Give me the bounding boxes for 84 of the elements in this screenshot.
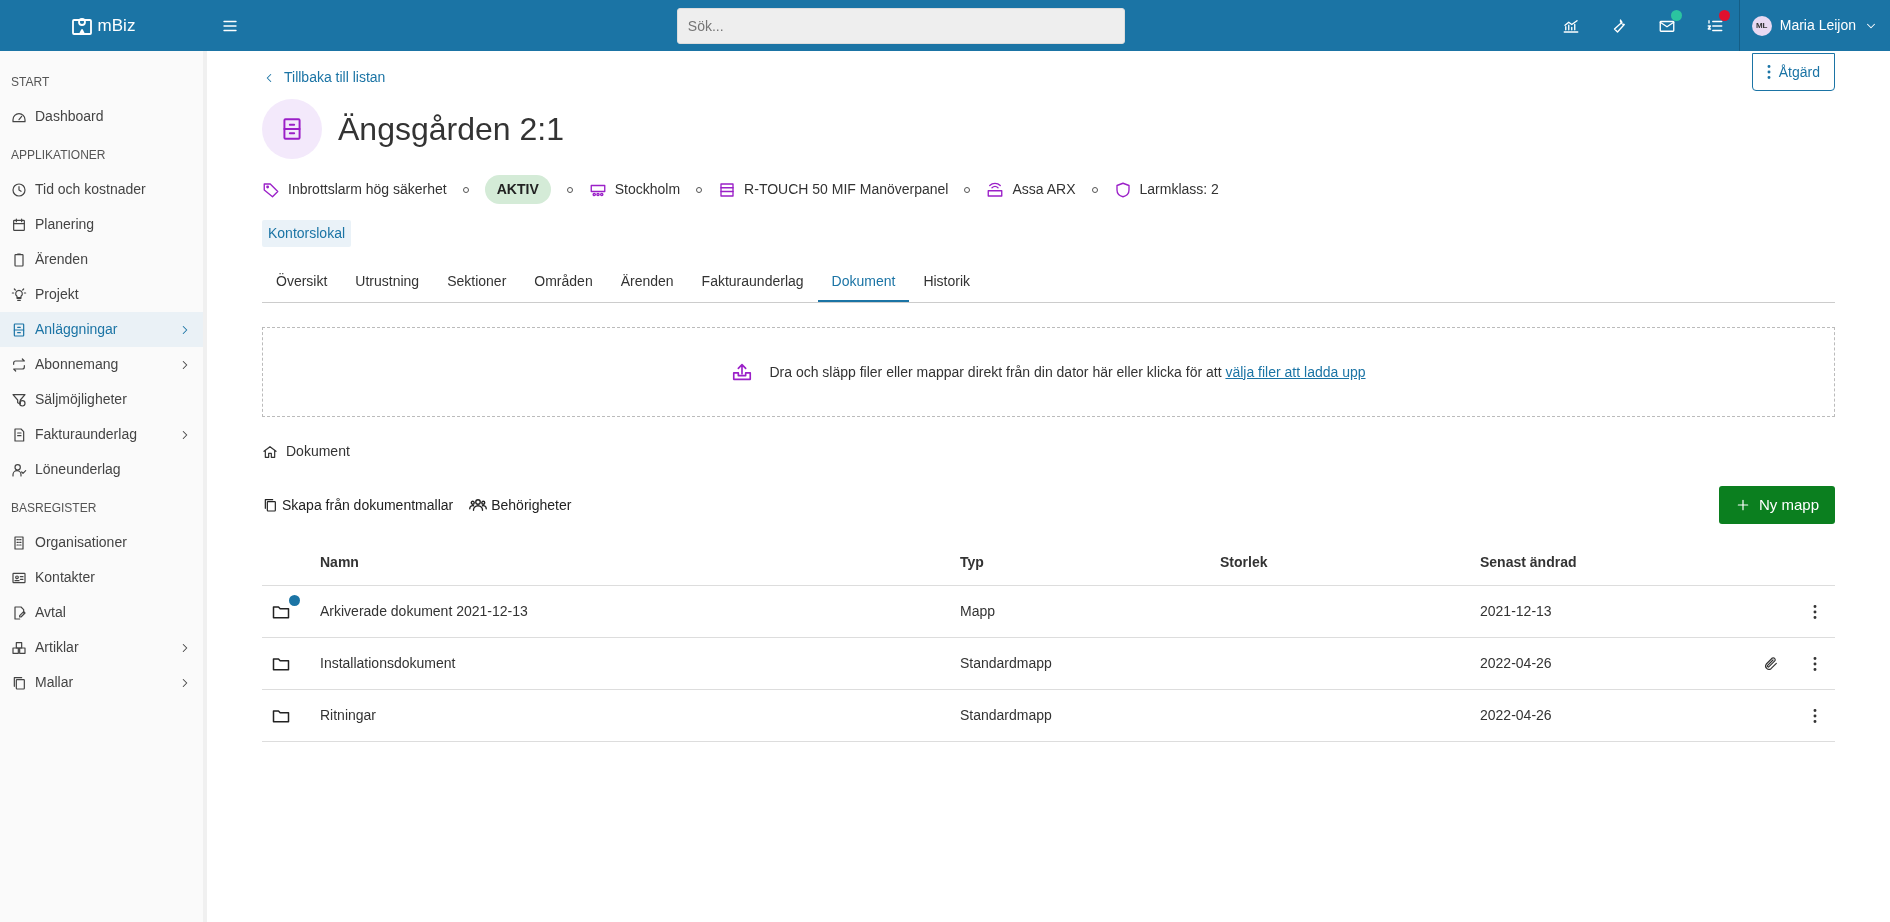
boxes-icon: [11, 639, 27, 656]
document-pen-icon: [11, 604, 27, 621]
upload-icon: [731, 361, 754, 383]
sidebar-item[interactable]: Abonnemang: [0, 347, 203, 382]
sidebar-item[interactable]: Tid och kostnader: [0, 172, 203, 207]
sidebar-item[interactable]: Artiklar: [0, 630, 203, 665]
arrows-icon: [11, 356, 27, 373]
table-cell: Installationsdokument: [312, 637, 952, 690]
meta-text: Larmklass: 2: [1139, 180, 1219, 199]
table-cell: Ritningar: [312, 689, 952, 742]
copy-icon: [11, 674, 27, 691]
home-icon[interactable]: [262, 443, 278, 460]
upload-dropzone[interactable]: Dra och släpp filer eller mappar direkt från din dator här eller klicka för att välja filer att ladda upp: [262, 327, 1835, 417]
meta-text: Stockholm: [614, 180, 681, 199]
copy-icon: [262, 497, 278, 513]
document-icon: [11, 426, 27, 443]
page-title: Ängsgården 2:1: [338, 109, 564, 149]
column-header: Namn: [312, 540, 952, 586]
tab[interactable]: Översikt: [262, 263, 342, 302]
sidebar-item[interactable]: Fakturaunderlag: [0, 417, 203, 452]
user-menu[interactable]: ML Maria Leijon: [1738, 0, 1890, 51]
dots-icon: [1766, 65, 1771, 79]
column-header: Typ: [952, 540, 1212, 586]
dropzone-text: Dra och släpp filer eller mappar direkt från din dator här eller klicka för att välja filer att ladda upp: [769, 362, 1366, 382]
tab[interactable]: Fakturaunderlag: [687, 263, 818, 302]
back-link[interactable]: Tillbaka till listan: [262, 67, 386, 88]
dots-icon[interactable]: [1813, 605, 1817, 620]
sidebar-item[interactable]: Projekt: [0, 277, 203, 312]
table-cell: Standardmapp: [952, 689, 1212, 742]
clipboard-icon: [11, 251, 27, 268]
sidebar-item[interactable]: Anläggningar: [0, 312, 203, 347]
cabinet-icon: [11, 321, 27, 338]
templates-button[interactable]: Skapa från dokumentmallar: [262, 494, 454, 516]
sidebar-item[interactable]: Avtal: [0, 595, 203, 630]
section-heading: BASREGISTER: [10, 500, 98, 517]
meta-text: Inbrottslarm hög säkerhet: [288, 180, 447, 199]
column-header: Senast ändrad: [1472, 540, 1755, 586]
section-heading: START: [10, 74, 51, 91]
meta-text: Assa ARX: [1012, 180, 1076, 199]
lightbulb-icon: [11, 286, 27, 303]
dots-icon[interactable]: [1813, 709, 1817, 724]
router-icon: [986, 180, 1005, 199]
sidebar-item[interactable]: Mallar: [0, 665, 203, 700]
sidebar-item[interactable]: Säljmöjligheter: [0, 382, 203, 417]
sidebar-item[interactable]: Organisationer: [0, 525, 203, 560]
new-folder-button[interactable]: Ny mapp: [1718, 486, 1835, 524]
sidebar-item[interactable]: Dashboard: [0, 99, 203, 134]
status-badge: AKTIV: [484, 175, 551, 204]
tab[interactable]: Sektioner: [433, 263, 521, 302]
funnel-icon: [11, 391, 27, 408]
calendar-icon: [11, 216, 27, 233]
dots-icon[interactable]: [1813, 657, 1817, 672]
paperclip-icon[interactable]: [1763, 656, 1779, 673]
sidebar-item[interactable]: Ärenden: [0, 242, 203, 277]
table-cell: 2022-04-26: [1472, 637, 1755, 690]
logo-text: mBiz: [97, 14, 136, 37]
table-cell: Standardmapp: [952, 637, 1212, 690]
section-heading: APPLIKATIONER: [10, 147, 107, 164]
table-cell: 2021-12-13: [1472, 585, 1755, 638]
column-header: Storlek: [1212, 540, 1472, 586]
meta-text: R-TOUCH 50 MIF Manöverpanel: [744, 180, 949, 199]
table-cell: Arkiverade dokument 2021-12-13: [312, 585, 952, 638]
building-icon: [11, 534, 27, 551]
tag-icon: [262, 180, 280, 199]
table-cell: 2022-04-26: [1472, 689, 1755, 742]
tab[interactable]: Områden: [520, 263, 607, 302]
tab[interactable]: Utrustning: [341, 263, 434, 302]
upload-link[interactable]: välja filer att ladda upp: [1225, 363, 1366, 380]
sidebar-item[interactable]: Planering: [0, 207, 203, 242]
breadcrumb-item[interactable]: Dokument: [286, 441, 350, 462]
user-icon: [11, 461, 27, 478]
panel-icon: [718, 180, 737, 199]
sidebar-item[interactable]: Löneunderlag: [0, 452, 203, 487]
search-field[interactable]: Sök...: [676, 7, 1125, 44]
tab[interactable]: Historik: [909, 263, 985, 302]
table-cell: Mapp: [952, 585, 1212, 638]
clock-icon: [11, 181, 27, 198]
sidebar-item[interactable]: Kontakter: [0, 560, 203, 595]
action-button[interactable]: Åtgärd: [1751, 53, 1835, 91]
tag-chip: Kontorslokal: [262, 220, 352, 247]
shield-icon: [1113, 180, 1132, 199]
permissions-button[interactable]: Behörigheter: [469, 494, 572, 516]
tab[interactable]: Dokument: [817, 263, 910, 302]
tab[interactable]: Ärenden: [606, 263, 688, 302]
